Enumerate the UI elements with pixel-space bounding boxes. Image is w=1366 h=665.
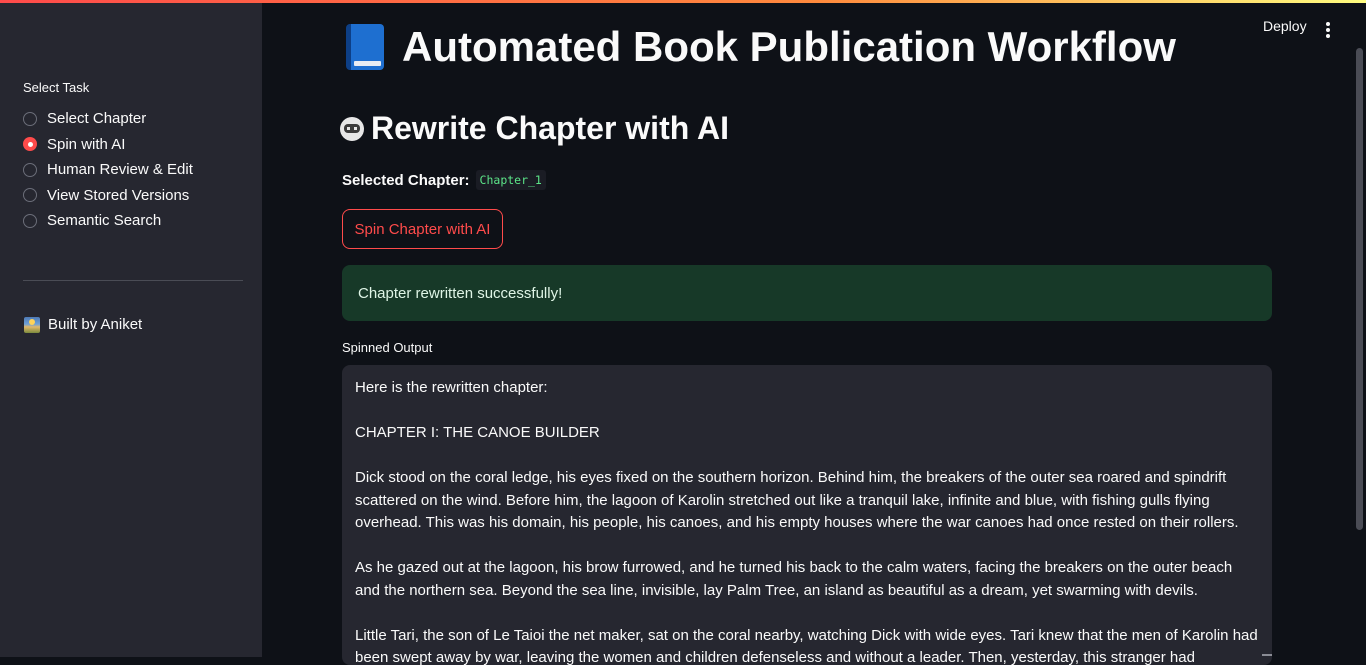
page-title-text: Automated Book Publication Workflow: [402, 23, 1176, 71]
page-scrollbar-thumb[interactable]: [1356, 48, 1363, 530]
radio-button-icon[interactable]: [23, 214, 37, 228]
output-paragraph: Here is the rewritten chapter:: [355, 377, 1259, 400]
top-decoration-bar: [0, 0, 1366, 3]
task-select-label: Select Task: [23, 80, 89, 95]
more-vertical-icon[interactable]: [1325, 22, 1331, 38]
deploy-button[interactable]: Deploy: [1263, 18, 1307, 34]
section-title: Rewrite Chapter with AI: [340, 110, 729, 147]
selected-chapter-row: Selected Chapter: Chapter_1: [342, 170, 546, 190]
main-content: Deploy Automated Book Publication Workfl…: [262, 0, 1366, 657]
radio-option-select-chapter[interactable]: Select Chapter: [23, 106, 193, 132]
radio-button-icon[interactable]: [23, 188, 37, 202]
output-label: Spinned Output: [342, 340, 432, 355]
output-paragraph: CHAPTER I: THE CANOE BUILDER: [355, 422, 1259, 445]
spinned-output-textarea[interactable]: Here is the rewritten chapter: CHAPTER I…: [342, 365, 1272, 665]
radio-option-label: Spin with AI: [47, 136, 125, 153]
radio-option-view-stored-versions[interactable]: View Stored Versions: [23, 183, 193, 209]
radio-button-checked-icon[interactable]: [23, 137, 37, 151]
radio-button-icon[interactable]: [23, 163, 37, 177]
radio-option-label: Human Review & Edit: [47, 161, 193, 178]
textarea-resize-handle[interactable]: [1262, 654, 1272, 656]
page-title: Automated Book Publication Workflow: [346, 23, 1176, 71]
blue-book-icon: [346, 24, 384, 70]
radio-option-human-review[interactable]: Human Review & Edit: [23, 157, 193, 183]
spin-chapter-button[interactable]: Spin Chapter with AI: [342, 209, 503, 249]
success-alert: Chapter rewritten successfully!: [342, 265, 1272, 321]
selected-chapter-label: Selected Chapter:: [342, 172, 470, 189]
task-radio-group: Select Chapter Spin with AI Human Review…: [23, 106, 193, 234]
output-paragraph: Little Tari, the son of Le Taioi the net…: [355, 625, 1259, 665]
built-by-text: Built by Aniket: [48, 316, 142, 333]
robot-icon: [340, 117, 364, 141]
radio-option-semantic-search[interactable]: Semantic Search: [23, 208, 193, 234]
sunrise-icon: [24, 317, 40, 333]
sidebar-divider: [23, 280, 243, 281]
section-title-text: Rewrite Chapter with AI: [371, 110, 729, 147]
radio-option-label: View Stored Versions: [47, 187, 189, 204]
output-paragraph: Dick stood on the coral ledge, his eyes …: [355, 467, 1259, 535]
output-paragraph: As he gazed out at the lagoon, his brow …: [355, 557, 1259, 602]
radio-option-label: Select Chapter: [47, 110, 146, 127]
radio-option-label: Semantic Search: [47, 212, 161, 229]
radio-option-spin-with-ai[interactable]: Spin with AI: [23, 132, 193, 158]
radio-button-icon[interactable]: [23, 112, 37, 126]
sidebar: Select Task Select Chapter Spin with AI …: [0, 0, 262, 657]
selected-chapter-value: Chapter_1: [476, 170, 546, 190]
built-by-credit: Built by Aniket: [24, 316, 142, 333]
